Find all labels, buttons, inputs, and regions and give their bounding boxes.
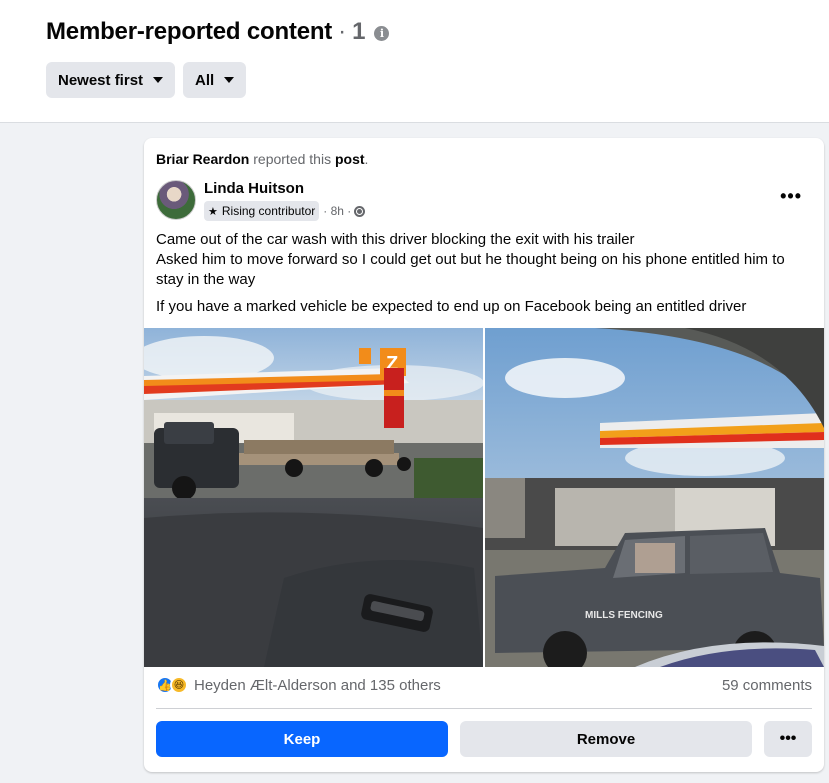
type-dropdown[interactable]: All [183, 62, 247, 98]
post-paragraph-2: If you have a marked vehicle be expected… [156, 298, 747, 315]
badge-label: Rising contributor [221, 204, 316, 218]
remove-button[interactable]: Remove [460, 721, 752, 757]
filter-bar: Newest first All [46, 62, 247, 98]
sort-dropdown-label: Newest first [58, 71, 144, 89]
post-time[interactable]: · 8h · [323, 204, 351, 218]
reported-object-link[interactable]: post [335, 151, 365, 167]
more-actions-button[interactable]: ••• [764, 721, 812, 757]
post-meta: ★ Rising contributor · 8h · [204, 201, 366, 221]
title-separator: · [338, 18, 347, 45]
avatar[interactable] [156, 180, 196, 220]
post-text: Came out of the car wash with this drive… [156, 230, 816, 324]
rising-contributor-badge[interactable]: ★ Rising contributor [204, 201, 320, 221]
type-dropdown-label: All [195, 71, 215, 89]
post-author[interactable]: Linda Huitson [204, 180, 304, 197]
caret-down-icon [153, 77, 164, 83]
report-end: . [364, 151, 369, 167]
globe-icon [354, 205, 366, 217]
reactions-row: 👍 😆 Heyden Ælt-Alderson and 135 others 5… [156, 676, 812, 694]
comments-count[interactable]: 59 comments [722, 677, 812, 694]
page-header: Member-reported content · 1 i Newest fir… [0, 0, 829, 123]
reporter-name[interactable]: Briar Reardon [156, 151, 249, 167]
moderation-actions: Keep Remove ••• [156, 721, 812, 757]
post-photos: Z MILLS FENCING [144, 328, 824, 667]
keep-button[interactable]: Keep [156, 721, 448, 757]
photo-gas-station[interactable]: Z [144, 328, 483, 667]
report-summary: Briar Reardon reported this post. [156, 151, 368, 167]
report-count: 1 [352, 18, 366, 45]
reactions-summary[interactable]: 👍 😆 Heyden Ælt-Alderson and 135 others [156, 676, 441, 694]
info-icon[interactable]: i [374, 25, 390, 41]
haha-icon: 😆 [170, 676, 188, 694]
truck-door-text: MILLS FENCING [585, 610, 663, 621]
divider [156, 708, 812, 709]
photo-truck[interactable]: MILLS FENCING [485, 328, 824, 667]
title-row: Member-reported content · 1 i [46, 18, 390, 46]
sort-dropdown[interactable]: Newest first [46, 62, 176, 98]
reported-post-card: Briar Reardon reported this post. Linda … [144, 138, 824, 772]
post-more-button[interactable]: ••• [780, 186, 802, 207]
post-line-2: Asked him to move forward so I could get… [156, 251, 785, 288]
report-middle-text: reported this [249, 151, 335, 167]
page-title: Member-reported content [46, 18, 333, 45]
reaction-names: Heyden Ælt-Alderson and 135 others [194, 676, 441, 694]
post-line-1: Came out of the car wash with this drive… [156, 231, 635, 248]
caret-down-icon [224, 77, 235, 83]
star-icon: ★ [208, 205, 218, 218]
reaction-icons: 👍 😆 [156, 676, 188, 694]
